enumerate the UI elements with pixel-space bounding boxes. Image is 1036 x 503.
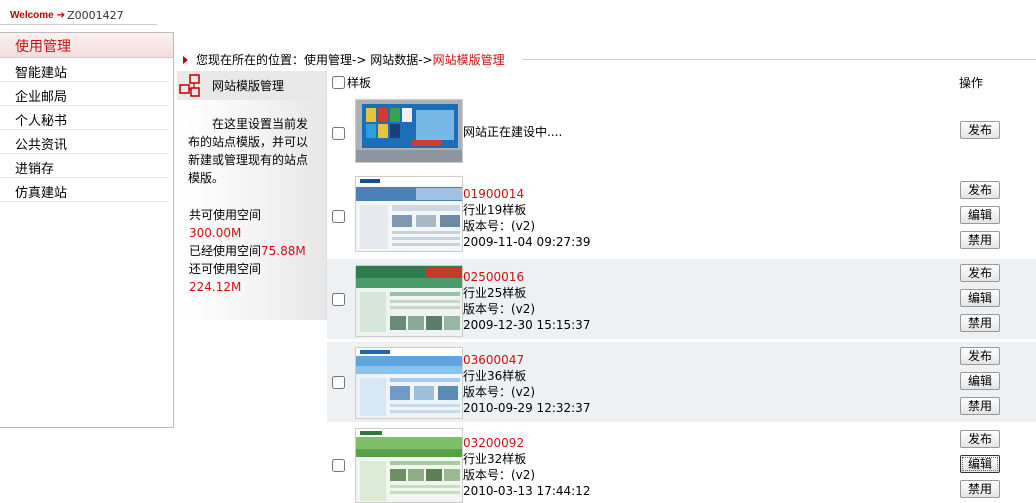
template-code: 03200092 — [463, 436, 525, 450]
breadcrumb-prefix: 您现在所在的位置：使用管理 — [196, 53, 353, 67]
template-thumbnail[interactable] — [355, 428, 463, 503]
disable-button[interactable]: 禁用 — [960, 314, 1000, 332]
template-version: 版本号：(v2) — [463, 219, 536, 233]
publish-button[interactable]: 发布 — [960, 430, 1000, 448]
disable-button[interactable]: 禁用 — [960, 480, 1000, 498]
row-checkbox[interactable] — [332, 210, 345, 223]
template-date: 2010-09-29 12:32:37 — [463, 401, 591, 415]
table-row: 03600047 行业36样板 版本号：(v2) 2010-09-29 12:3… — [327, 342, 1036, 422]
template-version: 版本号：(v2) — [463, 385, 536, 399]
disable-button[interactable]: 禁用 — [960, 231, 1000, 249]
sidebar-item-smart-site[interactable]: 智能建站 — [0, 58, 169, 82]
template-thumbnail[interactable] — [355, 99, 463, 163]
publish-button[interactable]: 发布 — [960, 181, 1000, 199]
sidebar-item-inventory[interactable]: 进销存 — [0, 154, 169, 178]
template-info: 03200092 行业32样板 版本号：(v2) 2010-03-13 17:4… — [463, 435, 590, 499]
template-date: 2010-03-13 17:44:12 — [463, 484, 591, 498]
sidebar-header[interactable]: 使用管理 — [0, 33, 173, 58]
edit-button[interactable]: 编辑 — [960, 206, 1000, 224]
template-info: 01900014 行业19样板 版本号：(v2) 2009-11-04 09:2… — [463, 186, 590, 250]
breadcrumb-sep1: -> 网站数据 — [352, 53, 419, 67]
breadcrumb: 您现在所在的位置：使用管理 -> 网站数据 -> 网站模版管理 — [183, 51, 505, 68]
template-name: 行业25样板 — [463, 286, 527, 300]
template-version: 版本号：(v2) — [463, 302, 536, 316]
table-row: 03200092 行业32样板 版本号：(v2) 2010-03-13 17:4… — [327, 425, 1036, 503]
breadcrumb-current: 网站模版管理 — [432, 53, 505, 67]
welcome-label: Welcome — [10, 10, 54, 21]
edit-button[interactable]: 编辑 — [960, 289, 1000, 307]
column-template: 样板 — [347, 76, 372, 90]
column-action: 操作 — [959, 76, 984, 90]
row-checkbox[interactable] — [332, 127, 345, 140]
sidebar: 使用管理 智能建站 企业邮局 个人秘书 公共资讯 进销存 仿真建站 — [0, 32, 174, 428]
space-stats: 共可使用空间 300.00M 已经使用空间75.88M 还可使用空间 224.1… — [189, 206, 325, 296]
breadcrumb-sep2: -> — [418, 52, 433, 67]
template-info: 03600047 行业36样板 版本号：(v2) 2010-09-29 12:3… — [463, 352, 590, 416]
sidebar-item-enterprise-mail[interactable]: 企业邮局 — [0, 82, 169, 106]
info-title: 网站模版管理 — [212, 79, 285, 93]
disable-button[interactable]: 禁用 — [960, 397, 1000, 415]
template-icon — [178, 73, 202, 98]
template-name: 行业32样板 — [463, 452, 527, 466]
total-space-value: 300.00M — [189, 226, 242, 240]
publish-button[interactable]: 发布 — [960, 264, 1000, 282]
sidebar-item-public-info[interactable]: 公共资讯 — [0, 130, 169, 154]
template-code: 02500016 — [463, 270, 525, 284]
sidebar-item-personal-secretary[interactable]: 个人秘书 — [0, 106, 169, 130]
select-all-checkbox[interactable] — [332, 76, 345, 89]
info-description: 在这里设置当前发布的站点模版，并可以新建或管理现有的站点模版。 — [188, 117, 309, 185]
template-date: 2009-12-30 15:15:37 — [463, 318, 591, 332]
arrow-right-icon: ➔ — [56, 10, 66, 21]
remain-space-label: 还可使用空间 — [189, 262, 262, 276]
template-code: 03600047 — [463, 353, 525, 367]
template-name: 行业36样板 — [463, 369, 527, 383]
edit-button[interactable]: 编辑 — [960, 372, 1000, 390]
publish-button[interactable]: 发布 — [960, 121, 1000, 139]
table-header: 样板 操作 — [327, 71, 1036, 91]
info-panel: 网站模版管理 在这里设置当前发布的站点模版，并可以新建或管理现有的站点模版。 共… — [177, 71, 327, 320]
publish-button[interactable]: 发布 — [960, 347, 1000, 365]
total-space-label: 共可使用空间 — [189, 208, 262, 222]
template-thumbnail[interactable] — [355, 347, 463, 419]
table-row: 01900014 行业19样板 版本号：(v2) 2009-11-04 09:2… — [327, 172, 1036, 256]
welcome-divider — [0, 24, 157, 25]
template-thumbnail[interactable] — [355, 176, 463, 252]
breadcrumb-divider — [522, 59, 1036, 60]
row-checkbox[interactable] — [332, 293, 345, 306]
used-space-label: 已经使用空间 — [189, 244, 262, 258]
info-title-row: 网站模版管理 — [177, 71, 326, 100]
triangle-right-icon — [183, 55, 188, 64]
welcome-bar: Welcome ➔ Z0001427 — [10, 9, 124, 22]
edit-button[interactable]: 编辑 — [960, 455, 1000, 473]
table-row: 网站正在建设中.... 发布 — [327, 92, 1036, 168]
row-checkbox[interactable] — [332, 376, 345, 389]
table-row: 02500016 行业25样板 版本号：(v2) 2009-12-30 15:1… — [327, 259, 1036, 339]
template-code: 01900014 — [463, 187, 525, 201]
template-thumbnail[interactable] — [355, 265, 463, 337]
template-date: 2009-11-04 09:27:39 — [463, 235, 591, 249]
sidebar-item-simulated-site[interactable]: 仿真建站 — [0, 178, 169, 202]
remain-space-value: 224.12M — [189, 280, 242, 294]
used-space-value: 75.88M — [261, 244, 306, 258]
template-name: 行业19样板 — [463, 203, 527, 217]
row-checkbox[interactable] — [332, 459, 345, 472]
template-info: 02500016 行业25样板 版本号：(v2) 2009-12-30 15:1… — [463, 269, 590, 333]
row-status: 网站正在建设中.... — [463, 125, 563, 139]
user-id: Z0001427 — [67, 9, 124, 22]
template-version: 版本号：(v2) — [463, 468, 536, 482]
